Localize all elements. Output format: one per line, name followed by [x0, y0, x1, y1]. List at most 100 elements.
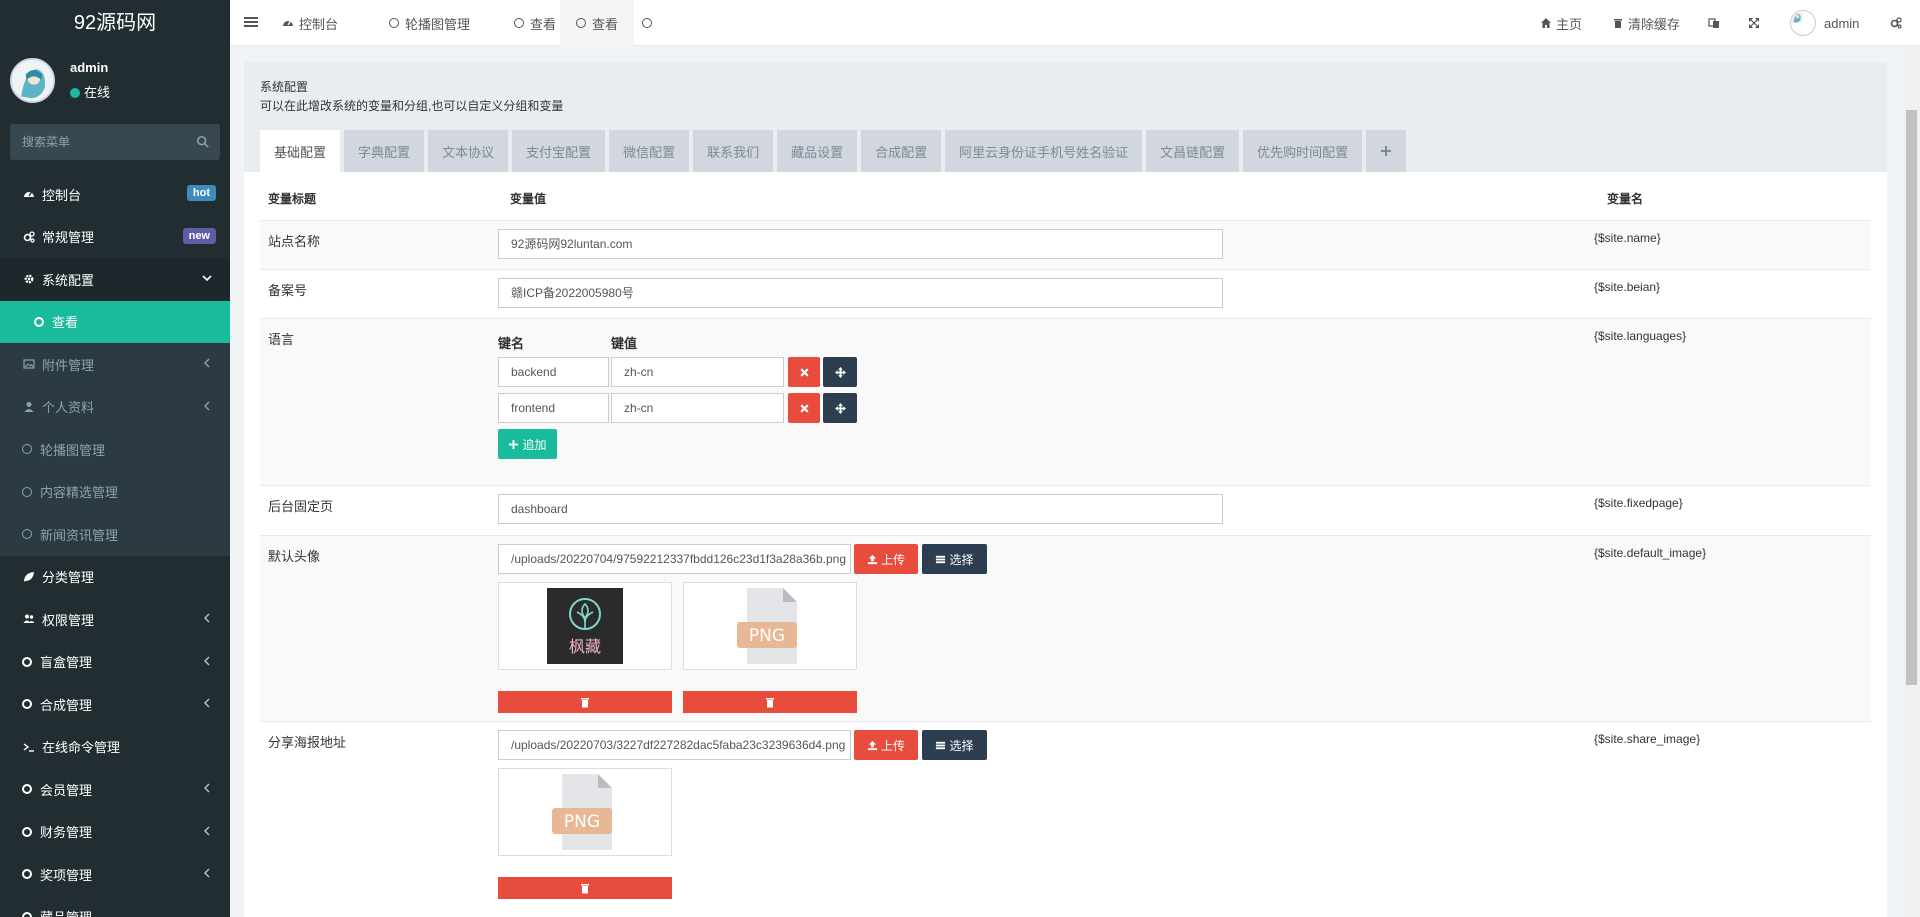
- sidebar-item-blindbox[interactable]: 盲盒管理: [0, 641, 230, 684]
- tab-wenchang-chain[interactable]: 文昌链配置: [1146, 130, 1240, 172]
- chevron-left-icon: [204, 401, 210, 410]
- trash-icon: [581, 697, 589, 707]
- menu-search: [10, 124, 220, 160]
- move-icon: [834, 366, 846, 378]
- default-image-input[interactable]: /uploads/20220704/97592212337fbdd126c23d…: [498, 544, 851, 574]
- sidebar-item-label: 在线命令管理: [42, 740, 121, 756]
- row-varname: {$site.default_image}: [1594, 546, 1707, 560]
- circle-icon: [389, 18, 399, 28]
- table-row-share-image: 分享海报地址 /uploads/20220703/3227df227282dac…: [260, 721, 1871, 907]
- tab-more[interactable]: [628, 0, 672, 46]
- lang-key-input[interactable]: backend: [498, 357, 609, 387]
- settings-button[interactable]: [1890, 0, 1906, 46]
- home-link[interactable]: 主页: [1540, 0, 1582, 46]
- user-name: admin: [70, 60, 109, 75]
- upload-button[interactable]: 上传: [854, 730, 918, 760]
- admin-avatar: [1790, 10, 1816, 36]
- sidebar-item-system-config[interactable]: 系统配置: [0, 258, 230, 301]
- fixedpage-input[interactable]: dashboard: [498, 494, 1223, 524]
- tab-dashboard[interactable]: 控制台: [268, 0, 352, 46]
- share-image-input[interactable]: /uploads/20220703/3227df227282dac5faba23…: [498, 730, 851, 760]
- sidebar-item-finance[interactable]: 财务管理: [0, 811, 230, 854]
- row-varname: {$site.languages}: [1594, 329, 1687, 343]
- tab-wechat[interactable]: 微信配置: [609, 130, 690, 172]
- delete-image-button[interactable]: [498, 691, 672, 713]
- choose-button[interactable]: 选择: [922, 730, 987, 760]
- tab-synthesis[interactable]: 合成配置: [861, 130, 942, 172]
- lang-key-input[interactable]: frontend: [498, 393, 609, 423]
- sidebar-item-banner[interactable]: 轮播图管理: [0, 428, 230, 471]
- page-scrollbar[interactable]: [1903, 46, 1920, 917]
- beian-input[interactable]: 赣ICP备2022005980号: [498, 278, 1223, 308]
- header-value: 变量值: [510, 192, 547, 206]
- png-file-thumbnail[interactable]: PNG: [498, 768, 672, 856]
- menu-search-input[interactable]: [10, 124, 220, 160]
- trash-icon: [1614, 19, 1622, 28]
- site-name-input[interactable]: 92源码网92luntan.com: [498, 229, 1223, 259]
- sidebar-item-label: 控制台: [42, 187, 82, 203]
- choose-label: 选择: [949, 738, 974, 753]
- sidebar-item-permission[interactable]: 权限管理: [0, 598, 230, 641]
- drag-lang-handle[interactable]: [823, 393, 857, 423]
- hot-badge: hot: [186, 185, 216, 201]
- tab-view-2[interactable]: 查看: [560, 0, 635, 46]
- choose-button[interactable]: 选择: [922, 544, 987, 574]
- sidebar-item-view[interactable]: 查看: [0, 300, 230, 343]
- clear-cache-button[interactable]: 清除缓存: [1612, 0, 1680, 46]
- list-icon: [936, 555, 946, 563]
- tab-contact[interactable]: 联系我们: [693, 130, 774, 172]
- clear-cache-label: 清除缓存: [1628, 16, 1681, 32]
- table-row-site-name: 站点名称 92源码网92luntan.com {$site.name}: [260, 220, 1871, 269]
- row-title: 站点名称: [268, 234, 321, 249]
- add-tab-button[interactable]: [1366, 130, 1407, 172]
- sidebar-item-label: 附件管理: [42, 357, 95, 373]
- tab-dictionary[interactable]: 字典配置: [344, 130, 425, 172]
- tab-banner[interactable]: 轮播图管理: [375, 0, 484, 46]
- admin-menu[interactable]: admin: [1790, 0, 1859, 46]
- remove-lang-button[interactable]: [788, 357, 820, 387]
- search-icon[interactable]: [196, 135, 210, 149]
- value-label: 键值: [611, 336, 638, 351]
- scrollbar-thumb[interactable]: [1906, 110, 1917, 685]
- home-label: 主页: [1556, 16, 1583, 32]
- sidebar-item-dashboard[interactable]: 控制台 hot: [0, 173, 230, 216]
- sidebar-item-category[interactable]: 分类管理: [0, 556, 230, 599]
- drag-lang-handle[interactable]: [823, 357, 857, 387]
- lang-value-input[interactable]: zh-cn: [611, 357, 784, 387]
- app-logo[interactable]: 92源码网: [0, 0, 230, 46]
- add-lang-button[interactable]: 追加: [498, 429, 557, 459]
- tab-collection[interactable]: 藏品设置: [777, 130, 858, 172]
- plus-icon: [509, 439, 519, 449]
- circle-icon: [22, 826, 32, 837]
- sidebar-item-featured[interactable]: 内容精选管理: [0, 470, 230, 513]
- tab-alipay[interactable]: 支付宝配置: [512, 130, 606, 172]
- row-varname: {$site.share_image}: [1594, 732, 1701, 746]
- sidebar-item-profile[interactable]: 个人资料: [0, 385, 230, 428]
- sidebar-item-general[interactable]: 常规管理 new: [0, 216, 230, 259]
- close-icon: [799, 403, 809, 413]
- sidebar-item-awards[interactable]: 奖项管理: [0, 853, 230, 896]
- fullscreen-button[interactable]: [1748, 0, 1764, 46]
- delete-image-button[interactable]: [498, 877, 672, 899]
- sidebar-item-synthesis[interactable]: 合成管理: [0, 683, 230, 726]
- delete-image-button[interactable]: [683, 691, 857, 713]
- tab-text-agreement[interactable]: 文本协议: [428, 130, 509, 172]
- tab-priority-time[interactable]: 优先购时间配置: [1243, 130, 1363, 172]
- png-file-thumbnail[interactable]: PNG: [683, 582, 857, 670]
- tab-aliyun-verify[interactable]: 阿里云身份证手机号姓名验证: [945, 130, 1143, 172]
- remove-lang-button[interactable]: [788, 393, 820, 423]
- language-toggle[interactable]: [1708, 0, 1724, 46]
- trash-icon: [581, 883, 589, 893]
- sidebar-item-attachments[interactable]: 附件管理: [0, 343, 230, 386]
- sidebar-menu: 控制台 hot 常规管理 new 系统配置 查看 附件管理 个人资料 轮播图管理…: [0, 173, 230, 917]
- sidebar-item-command[interactable]: 在线命令管理: [0, 726, 230, 769]
- image-thumbnail[interactable]: 枫藏: [498, 582, 672, 670]
- sidebar-item-news[interactable]: 新闻资讯管理: [0, 513, 230, 556]
- sidebar-item-collection[interactable]: 藏品管理: [0, 896, 230, 917]
- lang-value-input[interactable]: zh-cn: [611, 393, 784, 423]
- menu-toggle-icon[interactable]: [244, 15, 258, 29]
- sidebar-item-members[interactable]: 会员管理: [0, 768, 230, 811]
- circle-icon: [22, 656, 32, 667]
- upload-button[interactable]: 上传: [854, 544, 918, 574]
- tab-basic[interactable]: 基础配置: [260, 130, 341, 172]
